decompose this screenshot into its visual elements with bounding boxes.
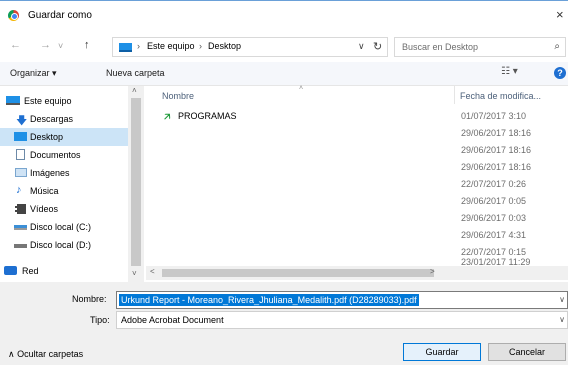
filetype-dropdown-icon[interactable]: ∨ bbox=[559, 315, 565, 324]
scroll-right-icon[interactable]: > bbox=[430, 267, 435, 276]
folder-icon bbox=[119, 43, 132, 52]
filename-field[interactable]: Urkund Report - Moreano_Rivera_Jhuliana_… bbox=[116, 291, 568, 309]
sidebar-item-label: Desktop bbox=[30, 132, 64, 142]
sidebar-item-label: Descargas bbox=[30, 114, 74, 124]
navigation-pane: Este equipo 🡇 Descargas Desktop Document… bbox=[0, 86, 146, 282]
new-folder-button[interactable]: Nueva carpeta bbox=[106, 68, 165, 78]
back-arrow-icon[interactable]: ← bbox=[10, 39, 21, 51]
documents-icon bbox=[16, 149, 25, 160]
hide-folders-toggle[interactable]: ∧ Ocultar carpetas bbox=[8, 349, 83, 360]
sidebar-item-label: Red bbox=[22, 266, 39, 276]
file-date: 22/07/2017 0:26 bbox=[461, 179, 527, 189]
file-row[interactable]: 29/06/2017 18:16 bbox=[156, 125, 566, 142]
horizontal-scrollbar[interactable]: < > bbox=[146, 266, 568, 280]
sidebar-item-label: Disco local (C:) bbox=[30, 222, 92, 232]
sidebar-item-videos[interactable]: Vídeos bbox=[0, 200, 128, 218]
sidebar-item-label: Documentos bbox=[30, 150, 81, 160]
address-dropdown-icon[interactable]: ∨ bbox=[358, 41, 365, 52]
sidebar-item-disco-d[interactable]: Disco local (D:) bbox=[0, 236, 128, 254]
sort-ascending-icon: ˄ bbox=[299, 85, 304, 92]
up-arrow-icon[interactable]: ↑ bbox=[84, 39, 90, 51]
file-date: 29/06/2017 0:03 bbox=[461, 213, 527, 223]
sidebar-item-imagenes[interactable]: Imágenes bbox=[0, 164, 128, 182]
file-name: PROGRAMAS bbox=[178, 111, 237, 121]
column-header-date[interactable]: Fecha de modifica... bbox=[460, 91, 541, 101]
view-options-icon[interactable]: ☷ ▾ bbox=[501, 66, 518, 77]
filename-dropdown-icon[interactable]: ∨ bbox=[559, 295, 565, 304]
filetype-label: Tipo: bbox=[90, 315, 110, 325]
refresh-icon[interactable]: ↻ bbox=[373, 40, 382, 53]
windows-drive-icon bbox=[14, 225, 27, 230]
file-row[interactable]: 29/06/2017 0:05 bbox=[156, 193, 566, 210]
search-input[interactable]: Buscar en Desktop bbox=[402, 42, 478, 52]
close-icon[interactable]: × bbox=[556, 7, 564, 22]
recent-locations-chevron-icon[interactable]: ˅ bbox=[58, 41, 63, 51]
sidebar-item-red[interactable]: Red bbox=[0, 262, 128, 280]
help-icon[interactable]: ? bbox=[554, 67, 566, 79]
filename-value: Urkund Report - Moreano_Rivera_Jhuliana_… bbox=[119, 294, 419, 306]
breadcrumb-desktop[interactable]: Desktop bbox=[208, 41, 241, 51]
file-date: 01/07/2017 3:10 bbox=[461, 111, 527, 121]
cancel-button[interactable]: Cancelar bbox=[488, 343, 566, 361]
sidebar-item-label: Música bbox=[30, 186, 59, 196]
music-icon: ♪ bbox=[16, 184, 22, 196]
title-bar: Guardar como × bbox=[0, 0, 568, 30]
search-icon[interactable]: ⌕ bbox=[554, 41, 560, 52]
filetype-select[interactable]: Adobe Acrobat Document ∨ bbox=[116, 311, 568, 329]
file-date: 29/06/2017 18:16 bbox=[461, 162, 532, 172]
file-date: 29/06/2017 18:16 bbox=[461, 145, 532, 155]
scrollbar-thumb[interactable] bbox=[162, 269, 434, 277]
file-row[interactable]: 23/01/2017 11:29 bbox=[156, 256, 566, 266]
address-bar[interactable]: › Este equipo › Desktop ∨ ↻ bbox=[112, 37, 388, 57]
search-box[interactable]: Buscar en Desktop ⌕ bbox=[394, 37, 566, 57]
save-dialog-footer: Nombre: Urkund Report - Moreano_Rivera_J… bbox=[0, 282, 568, 365]
file-list: ˄ Nombre Fecha de modifica... 🡥 PROGRAMA… bbox=[146, 85, 568, 282]
network-icon bbox=[4, 266, 17, 275]
file-date: 29/06/2017 0:05 bbox=[461, 196, 527, 206]
sidebar-item-descargas[interactable]: 🡇 Descargas bbox=[0, 110, 128, 128]
sidebar-item-este-equipo[interactable]: Este equipo bbox=[0, 92, 128, 110]
file-row[interactable]: 🡥 PROGRAMAS 01/07/2017 3:10 bbox=[156, 108, 566, 125]
computer-icon bbox=[6, 96, 20, 105]
window-title: Guardar como bbox=[28, 10, 92, 21]
sidebar-item-musica[interactable]: ♪ Música bbox=[0, 182, 128, 200]
desktop-folder-icon bbox=[14, 132, 27, 141]
drive-icon bbox=[14, 244, 27, 248]
sidebar-item-label: Disco local (D:) bbox=[30, 240, 92, 250]
sidebar-item-disco-c[interactable]: Disco local (C:) bbox=[0, 218, 128, 236]
file-date: 23/01/2017 11:29 bbox=[461, 257, 531, 266]
column-header-name[interactable]: Nombre bbox=[162, 91, 194, 101]
chrome-icon bbox=[8, 10, 19, 21]
scroll-down-icon[interactable]: ˅ bbox=[132, 269, 137, 278]
command-toolbar: Organizar ▾ Nueva carpeta ☷ ▾ ? bbox=[0, 62, 568, 86]
breadcrumb-separator: › bbox=[199, 41, 202, 51]
breadcrumb-este-equipo[interactable]: Este equipo bbox=[147, 41, 195, 51]
forward-arrow-icon[interactable]: → bbox=[40, 39, 51, 51]
sidebar-item-desktop[interactable]: Desktop bbox=[0, 128, 128, 146]
file-row[interactable]: 29/06/2017 18:16 bbox=[156, 159, 566, 176]
sidebar-item-label: Este equipo bbox=[24, 96, 72, 106]
file-row[interactable]: 29/06/2017 0:03 bbox=[156, 210, 566, 227]
videos-icon bbox=[15, 204, 26, 214]
column-divider[interactable] bbox=[454, 86, 455, 104]
file-row[interactable]: 29/06/2017 4:31 bbox=[156, 227, 566, 244]
file-row[interactable]: 22/07/2017 0:26 bbox=[156, 176, 566, 193]
breadcrumb-separator: › bbox=[137, 41, 140, 51]
sidebar-item-documentos[interactable]: Documentos bbox=[0, 146, 128, 164]
filetype-value: Adobe Acrobat Document bbox=[121, 315, 224, 325]
navigation-bar: ← → ˅ ↑ › Este equipo › Desktop ∨ ↻ Busc… bbox=[0, 34, 568, 58]
sidebar-item-label: Imágenes bbox=[30, 168, 70, 178]
sidebar-scrollbar[interactable]: ˄ ˅ bbox=[128, 86, 144, 282]
file-row[interactable]: 29/06/2017 18:16 bbox=[156, 142, 566, 159]
scrollbar-thumb[interactable] bbox=[131, 98, 141, 266]
scroll-up-icon[interactable]: ˄ bbox=[132, 86, 137, 95]
file-date: 29/06/2017 18:16 bbox=[461, 128, 532, 138]
organize-button[interactable]: Organizar ▾ bbox=[10, 68, 57, 79]
scroll-left-icon[interactable]: < bbox=[150, 267, 155, 276]
filename-label: Nombre: bbox=[72, 294, 107, 304]
sidebar-item-label: Vídeos bbox=[30, 204, 59, 214]
file-date: 29/06/2017 4:31 bbox=[461, 230, 527, 240]
pictures-icon bbox=[15, 168, 27, 177]
save-button[interactable]: Guardar bbox=[403, 343, 481, 361]
